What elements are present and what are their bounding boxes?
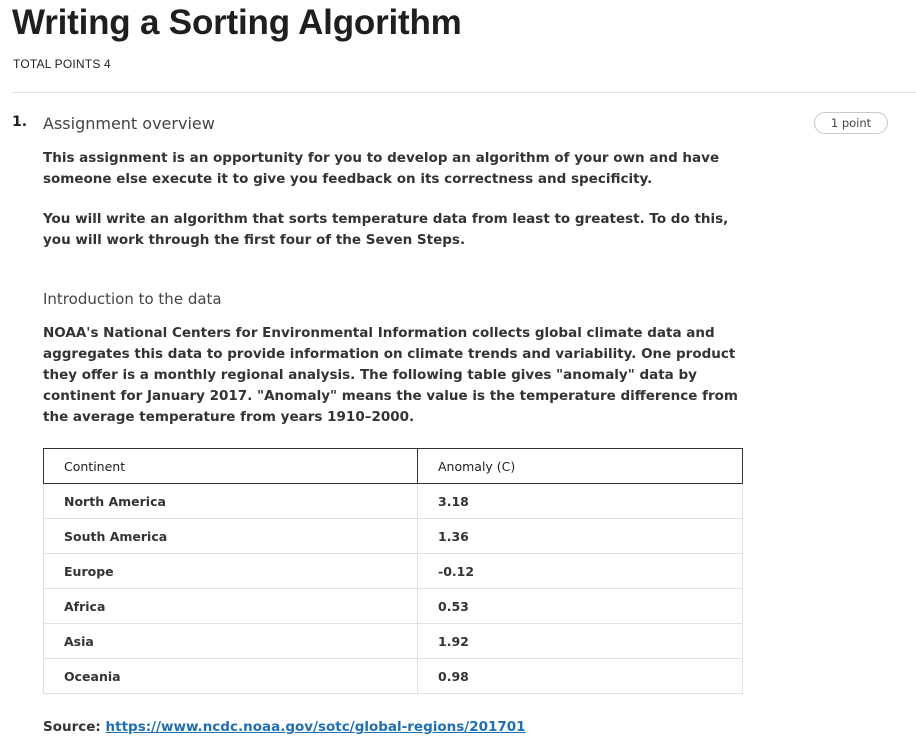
total-points-label: TOTAL POINTS 4 <box>13 57 111 71</box>
table-cell-anomaly: 3.18 <box>417 483 743 519</box>
points-badge: 1 point <box>814 112 888 134</box>
table-cell-continent: South America <box>43 518 418 554</box>
table-row: Africa 0.53 <box>43 588 743 624</box>
anomaly-table: Continent Anomaly (C) North America 3.18… <box>43 448 743 694</box>
question-title: Assignment overview <box>43 114 215 133</box>
header-divider <box>12 92 916 93</box>
overview-paragraph-1: This assignment is an opportunity for yo… <box>43 150 720 187</box>
source-link[interactable]: https://www.ncdc.noaa.gov/sotc/global-re… <box>106 719 526 735</box>
overview-paragraph-2: You will write an algorithm that sorts t… <box>43 211 729 248</box>
section-heading-data-intro: Introduction to the data <box>43 290 222 308</box>
table-row: South America 1.36 <box>43 518 743 554</box>
page-title: Writing a Sorting Algorithm <box>12 3 462 42</box>
source-line: Source: https://www.ncdc.noaa.gov/sotc/g… <box>43 719 526 735</box>
table-header-continent: Continent <box>43 448 418 484</box>
table-cell-anomaly: 0.98 <box>417 658 743 694</box>
table-header-row: Continent Anomaly (C) <box>43 448 743 484</box>
table-cell-continent: Asia <box>43 623 418 659</box>
table-cell-continent: North America <box>43 483 418 519</box>
table-cell-anomaly: 1.36 <box>417 518 743 554</box>
table-cell-anomaly: -0.12 <box>417 553 743 589</box>
table-row: Europe -0.12 <box>43 553 743 589</box>
table-cell-continent: Oceania <box>43 658 418 694</box>
table-row: North America 3.18 <box>43 483 743 519</box>
table-header-anomaly: Anomaly (C) <box>417 448 743 484</box>
table-cell-continent: Europe <box>43 553 418 589</box>
table-row: Asia 1.92 <box>43 623 743 659</box>
table-cell-continent: Africa <box>43 588 418 624</box>
table-row: Oceania 0.98 <box>43 658 743 694</box>
data-intro-paragraph: NOAA's National Centers for Environmenta… <box>43 325 738 425</box>
source-label: Source: <box>43 719 101 735</box>
table-cell-anomaly: 0.53 <box>417 588 743 624</box>
question-number: 1. <box>12 114 28 130</box>
table-cell-anomaly: 1.92 <box>417 623 743 659</box>
